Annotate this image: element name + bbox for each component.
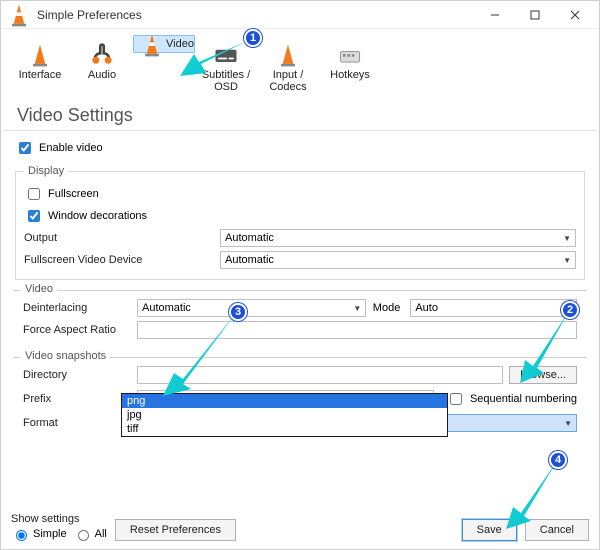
annotation-badge-2: 2 bbox=[561, 301, 579, 319]
annotation-badge-3: 3 bbox=[229, 303, 247, 321]
annotation-arrows bbox=[1, 1, 600, 550]
annotation-badge-1: 1 bbox=[244, 29, 262, 47]
preferences-window: Simple Preferences Interface Audio Video… bbox=[0, 0, 600, 550]
annotation-badge-4: 4 bbox=[549, 451, 567, 469]
